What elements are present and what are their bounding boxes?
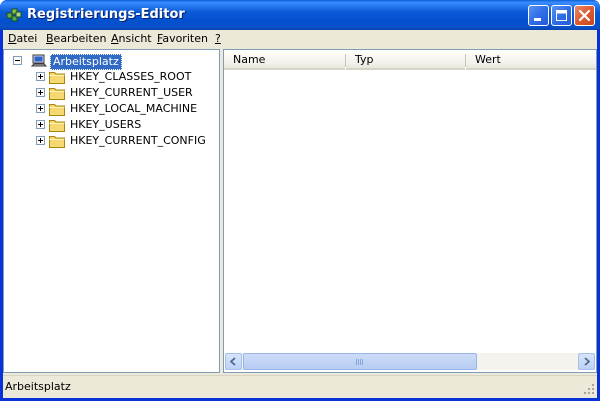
minimize-icon: [534, 18, 541, 21]
column-header-typ[interactable]: Typ: [346, 50, 465, 70]
tree-item-label[interactable]: HKEY_CURRENT_CONFIG: [70, 134, 206, 148]
tree-root-label[interactable]: Arbeitsplatz: [50, 54, 122, 70]
status-text: Arbeitsplatz: [5, 380, 71, 393]
values-list-pane[interactable]: Name Typ Wert: [223, 49, 597, 373]
chevron-left-icon: [229, 357, 236, 366]
window-title: Registrierungs-Editor: [27, 7, 185, 22]
menu-bearbeiten-label: earbeiten: [53, 32, 107, 45]
horizontal-scrollbar[interactable]: [225, 353, 595, 370]
column-header-wert[interactable]: Wert: [466, 50, 596, 70]
tree-item[interactable]: HKEY_LOCAL_MACHINE: [10, 101, 210, 117]
folder-icon: [49, 136, 65, 148]
tree-root-row[interactable]: Arbeitsplatz: [10, 53, 210, 70]
tree-item-label[interactable]: HKEY_LOCAL_MACHINE: [70, 102, 197, 116]
close-icon: [578, 9, 591, 22]
key-tree-pane[interactable]: Arbeitsplatz HKEY_CLASSES_ROOT HKEY_CURR…: [3, 49, 220, 373]
menu-favoriten[interactable]: Favoriten: [157, 32, 208, 46]
menu-help-mnemonic: ?: [215, 32, 221, 45]
menu-favoriten-label: avoriten: [162, 32, 208, 45]
title-bar[interactable]: Registrierungs-Editor: [0, 0, 600, 30]
menu-ansicht[interactable]: Ansicht: [111, 32, 152, 46]
expand-icon[interactable]: [36, 104, 45, 113]
scroll-right-button[interactable]: [578, 353, 595, 370]
minimize-button[interactable]: [528, 5, 549, 26]
tree-item[interactable]: HKEY_USERS: [10, 117, 210, 133]
menu-bearbeiten[interactable]: Bearbeiten: [46, 32, 106, 46]
menu-ansicht-mnemonic: A: [111, 32, 119, 45]
computer-icon: [31, 54, 47, 67]
maximize-button[interactable]: [551, 5, 572, 26]
client-area: Datei Bearbeiten Ansicht Favoriten ? Arb…: [3, 30, 597, 398]
close-button[interactable]: [574, 5, 595, 26]
tree-item[interactable]: HKEY_CURRENT_CONFIG: [10, 133, 210, 149]
expand-icon[interactable]: [36, 88, 45, 97]
maximize-icon: [556, 10, 567, 21]
menu-help[interactable]: ?: [215, 32, 221, 46]
menu-bearbeiten-mnemonic: B: [46, 32, 54, 45]
tree-item[interactable]: HKEY_CURRENT_USER: [10, 85, 210, 101]
status-bar: Arbeitsplatz: [3, 375, 597, 397]
tree-item[interactable]: HKEY_CLASSES_ROOT: [10, 69, 210, 85]
tree-item-label[interactable]: HKEY_CLASSES_ROOT: [70, 70, 191, 84]
collapse-icon[interactable]: [13, 56, 22, 65]
folder-icon: [49, 120, 65, 132]
folder-icon: [49, 88, 65, 100]
registry-editor-icon: [6, 8, 22, 22]
chevron-right-icon: [584, 357, 591, 366]
resize-grip-icon[interactable]: [583, 383, 595, 395]
folder-icon: [49, 104, 65, 116]
scrollbar-thumb[interactable]: [243, 353, 477, 370]
grip-icon: [356, 359, 364, 365]
registry-editor-window: Registrierungs-Editor Datei Bearbeiten A…: [0, 0, 600, 401]
tree-item-label[interactable]: HKEY_USERS: [70, 118, 141, 132]
menu-datei[interactable]: Datei: [8, 32, 37, 46]
expand-icon[interactable]: [36, 120, 45, 129]
menu-ansicht-label: nsicht: [118, 32, 152, 45]
scroll-left-button[interactable]: [225, 353, 242, 370]
menu-datei-label: atei: [16, 32, 38, 45]
expand-icon[interactable]: [36, 136, 45, 145]
folder-icon: [49, 72, 65, 84]
tree-item-label[interactable]: HKEY_CURRENT_USER: [70, 86, 193, 100]
menu-bar: Datei Bearbeiten Ansicht Favoriten ?: [3, 30, 597, 48]
column-header-name[interactable]: Name: [224, 50, 345, 70]
expand-icon[interactable]: [36, 72, 45, 81]
